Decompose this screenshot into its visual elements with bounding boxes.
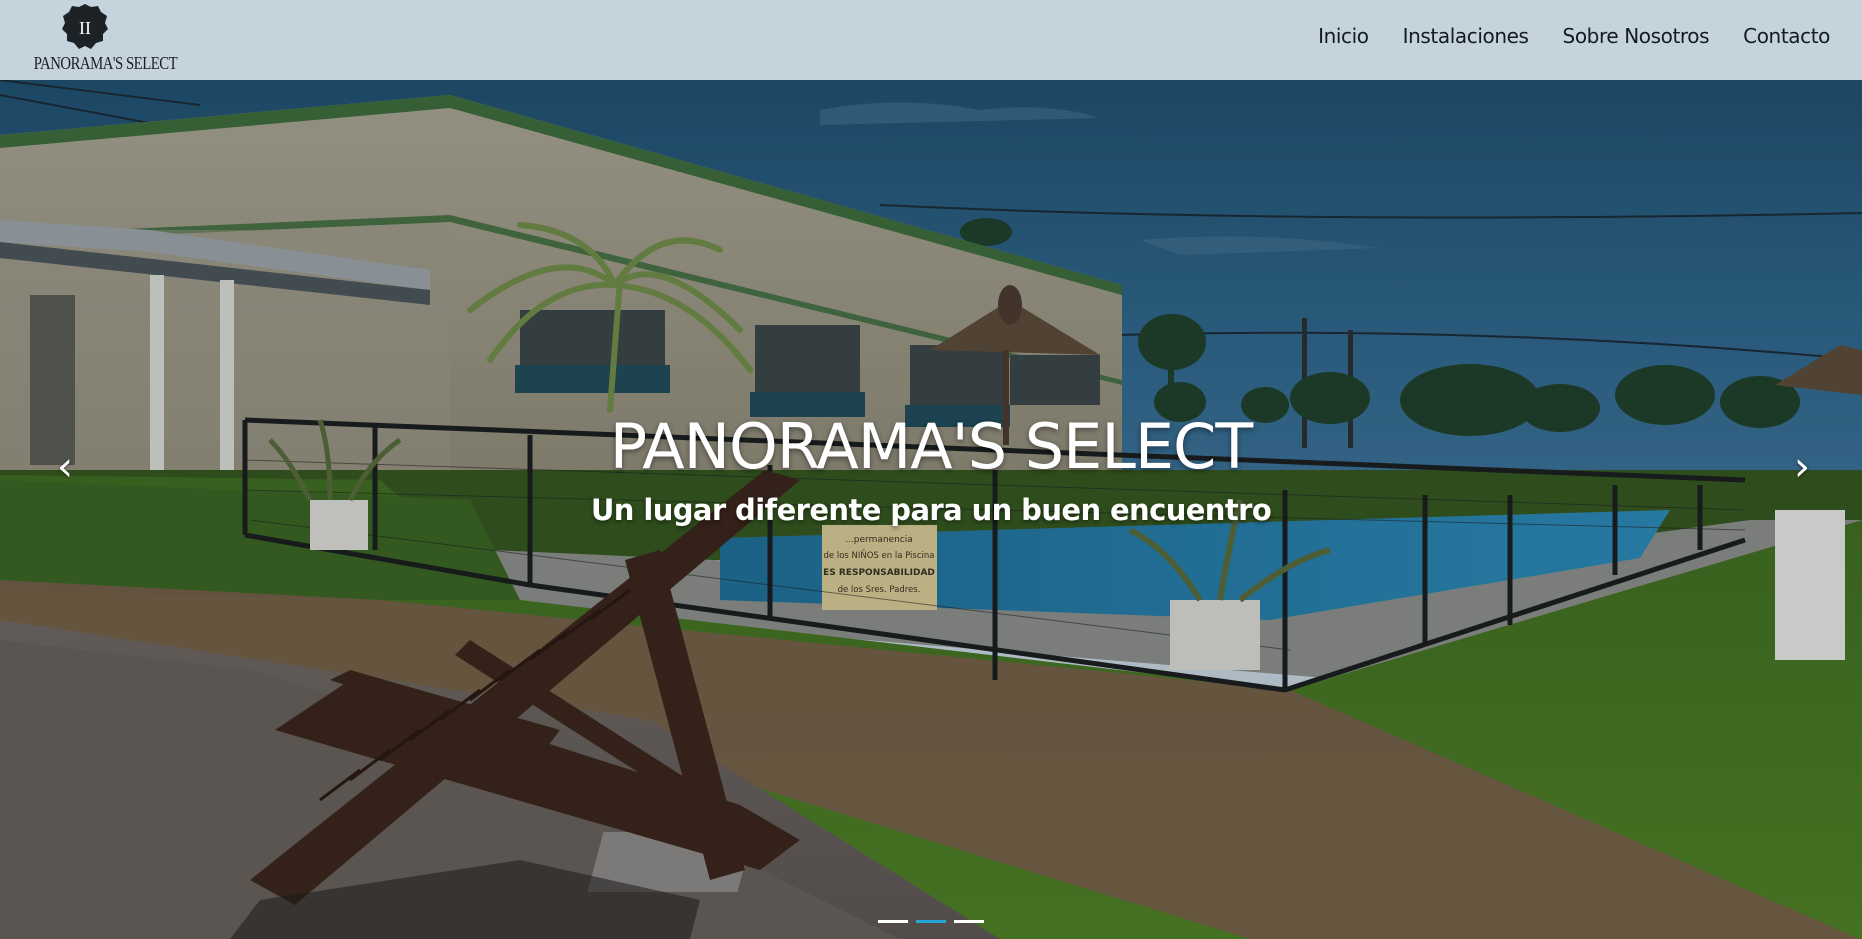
carousel-indicator-2[interactable] [916, 920, 946, 923]
carousel-prev-arrow-icon[interactable]: ‹ [45, 442, 85, 492]
hero-carousel: ...permanencia de los NIÑOS en la Piscin… [0, 80, 1862, 939]
logo-wordmark: PANORAMA'S SELECT [33, 53, 178, 73]
carousel-indicator-1[interactable] [878, 920, 908, 923]
carousel-indicators [878, 920, 984, 923]
carousel-indicator-3[interactable] [954, 920, 984, 923]
nav-link-instalaciones[interactable]: Instalaciones [1403, 24, 1529, 48]
brand-logo[interactable]: II PANORAMA'S SELECT [22, 3, 178, 77]
nav-link-inicio[interactable]: Inicio [1318, 24, 1369, 48]
hero-subtitle: Un lugar diferente para un buen encuentr… [590, 493, 1272, 527]
carousel-next-arrow-icon[interactable]: › [1782, 442, 1822, 492]
site-header: II PANORAMA'S SELECT Inicio Instalacione… [0, 0, 1862, 80]
hero-title: PANORAMA'S SELECT [609, 410, 1253, 483]
nav-link-sobre-nosotros[interactable]: Sobre Nosotros [1563, 24, 1710, 48]
nav-link-contacto[interactable]: Contacto [1743, 24, 1830, 48]
main-navigation: Inicio Instalaciones Sobre Nosotros Cont… [1318, 24, 1830, 48]
logo-badge-icon: II [62, 4, 108, 49]
svg-text:II: II [79, 18, 91, 38]
